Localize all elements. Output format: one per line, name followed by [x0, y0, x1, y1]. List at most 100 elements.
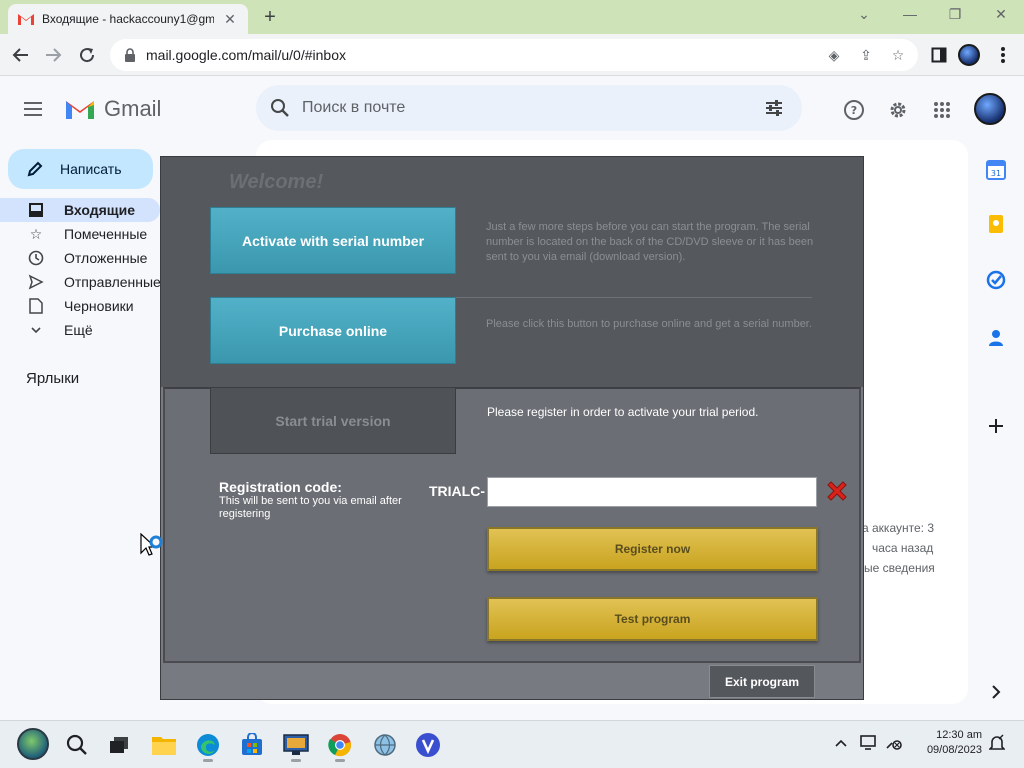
installer-app-icon[interactable]: [283, 732, 309, 758]
keep-icon[interactable]: [986, 214, 1006, 234]
register-now-button[interactable]: Register now: [487, 527, 818, 571]
settings-gear-icon[interactable]: [886, 98, 910, 122]
nav-item-more[interactable]: Ещё: [0, 318, 165, 342]
share-icon[interactable]: ⇪: [858, 47, 874, 63]
activate-description: Just a few more steps before you can sta…: [486, 221, 814, 263]
side-panel-button[interactable]: [928, 44, 950, 66]
nav-item-snoozed[interactable]: Отложенные: [0, 246, 165, 270]
side-panel-icon: [931, 47, 947, 63]
profile-button[interactable]: [958, 44, 980, 66]
nav-item-label: Отложенные: [64, 250, 148, 266]
taskbar-search-icon[interactable]: [64, 732, 90, 758]
tab-search-icon[interactable]: ⌄: [854, 6, 874, 23]
divider: [456, 297, 812, 298]
chrome-browser-icon[interactable]: [327, 732, 353, 758]
nav-item-starred[interactable]: ☆ Помеченные: [0, 222, 165, 246]
send-icon: [28, 274, 44, 290]
nav-item-label: Отправленные: [64, 274, 161, 290]
network-globe-app-icon[interactable]: [372, 732, 398, 758]
microsoft-store-icon[interactable]: [239, 732, 265, 758]
calendar-icon[interactable]: 31: [986, 160, 1006, 180]
gmail-logo[interactable]: Gmail: [64, 96, 161, 122]
inbox-icon: [28, 202, 44, 218]
svg-text:31: 31: [991, 169, 1001, 178]
compose-button[interactable]: Написать: [8, 149, 153, 189]
contacts-icon[interactable]: [986, 328, 1006, 348]
tasks-icon[interactable]: [986, 270, 1006, 290]
restore-button[interactable]: ❐: [945, 6, 965, 23]
clear-code-icon[interactable]: [825, 480, 849, 504]
show-hidden-icons-chevron-icon[interactable]: [832, 734, 850, 752]
nav-item-label: Черновики: [64, 298, 134, 314]
draft-icon: [28, 298, 44, 314]
account-activity-line2: часа назад: [872, 541, 934, 555]
search-placeholder[interactable]: Поиск в почте: [302, 99, 405, 117]
clock-time: 12:30 am: [936, 729, 982, 741]
add-addon-icon[interactable]: [986, 416, 1006, 436]
address-bar[interactable]: mail.google.com/mail/u/0/#inbox ◈ ⇪ ☆: [110, 39, 918, 71]
help-icon[interactable]: ?: [842, 98, 866, 122]
running-indicator: [335, 759, 345, 762]
taskbar-clock[interactable]: 12:30 am 09/08/2023: [920, 728, 982, 758]
compose-label: Написать: [60, 161, 122, 177]
register-note: Please register in order to activate you…: [487, 405, 759, 419]
forward-button[interactable]: [42, 44, 64, 66]
nav-item-inbox[interactable]: Входящие: [0, 198, 160, 222]
notification-bell-icon[interactable]: [988, 734, 1006, 752]
start-button[interactable]: [16, 727, 50, 761]
search-icon[interactable]: [270, 98, 290, 118]
browser-tab-inbox[interactable]: Входящие - hackaccouny1@gmail.com ✕: [8, 4, 248, 34]
gmail-m-icon: [66, 101, 94, 119]
new-tab-button[interactable]: +: [258, 6, 282, 28]
reload-button[interactable]: [76, 44, 98, 66]
nav-item-label: Ещё: [64, 322, 93, 338]
expand-side-panel-icon[interactable]: [986, 682, 1006, 702]
kebab-menu-icon: [1001, 47, 1005, 63]
start-trial-button[interactable]: Start trial version: [210, 387, 456, 454]
account-activity-line1: а аккаунте: 3: [862, 521, 934, 535]
vpn-app-icon[interactable]: [415, 732, 441, 758]
activate-serial-button[interactable]: Activate with serial number: [210, 207, 456, 274]
tab-title: Входящие - hackaccouny1@gmail.com: [42, 12, 214, 26]
clock-icon: [28, 250, 44, 266]
close-window-button[interactable]: ✕: [991, 6, 1011, 23]
account-activity-details-link[interactable]: ые сведения: [864, 561, 935, 575]
apps-grid-icon[interactable]: [930, 98, 954, 122]
registration-code-title: Registration code:: [219, 479, 342, 495]
registration-code-input[interactable]: [487, 477, 817, 507]
registration-code-subtitle: This will be sent to you via email after…: [219, 495, 402, 520]
chevron-down-icon: [28, 322, 44, 338]
main-menu-button[interactable]: [24, 98, 46, 120]
nav-item-label: Входящие: [64, 202, 135, 218]
mail-nav-list: Входящие ☆ Помеченные Отложенные Отправл…: [0, 198, 165, 342]
network-status-icon[interactable]: [884, 734, 904, 752]
running-indicator: [291, 759, 301, 762]
file-explorer-icon[interactable]: [151, 732, 177, 758]
star-icon: ☆: [29, 225, 43, 242]
tray-device-icon[interactable]: [860, 734, 878, 752]
nav-item-label: Помеченные: [64, 226, 148, 242]
nav-item-drafts[interactable]: Черновики: [0, 294, 165, 318]
edge-browser-icon[interactable]: [195, 732, 221, 758]
minimize-button[interactable]: —: [900, 6, 920, 22]
forward-arrow-icon: [46, 48, 62, 62]
install-app-icon[interactable]: ◈: [826, 47, 842, 63]
nav-item-sent[interactable]: Отправленные: [0, 270, 165, 294]
task-view-icon[interactable]: [106, 732, 132, 758]
test-program-button[interactable]: Test program: [487, 597, 818, 641]
profile-avatar-icon: [958, 44, 980, 66]
url-text: mail.google.com/mail/u/0/#inbox: [146, 47, 346, 63]
account-avatar[interactable]: [974, 93, 1006, 125]
exit-program-button[interactable]: Exit program: [709, 665, 815, 698]
lock-icon: [125, 48, 135, 62]
start-orb-icon: [17, 728, 49, 760]
browser-menu-button[interactable]: [992, 44, 1014, 66]
search-options-icon[interactable]: [764, 98, 784, 118]
activation-dialog: Welcome! Activate with serial number Jus…: [160, 156, 864, 700]
hamburger-icon: [24, 102, 42, 104]
mail-search-bar[interactable]: Поиск в почте: [256, 85, 802, 131]
purchase-online-button[interactable]: Purchase online: [210, 297, 456, 364]
back-button[interactable]: [10, 44, 32, 66]
tab-close-icon[interactable]: ✕: [222, 11, 238, 28]
bookmark-star-icon[interactable]: ☆: [890, 47, 906, 63]
